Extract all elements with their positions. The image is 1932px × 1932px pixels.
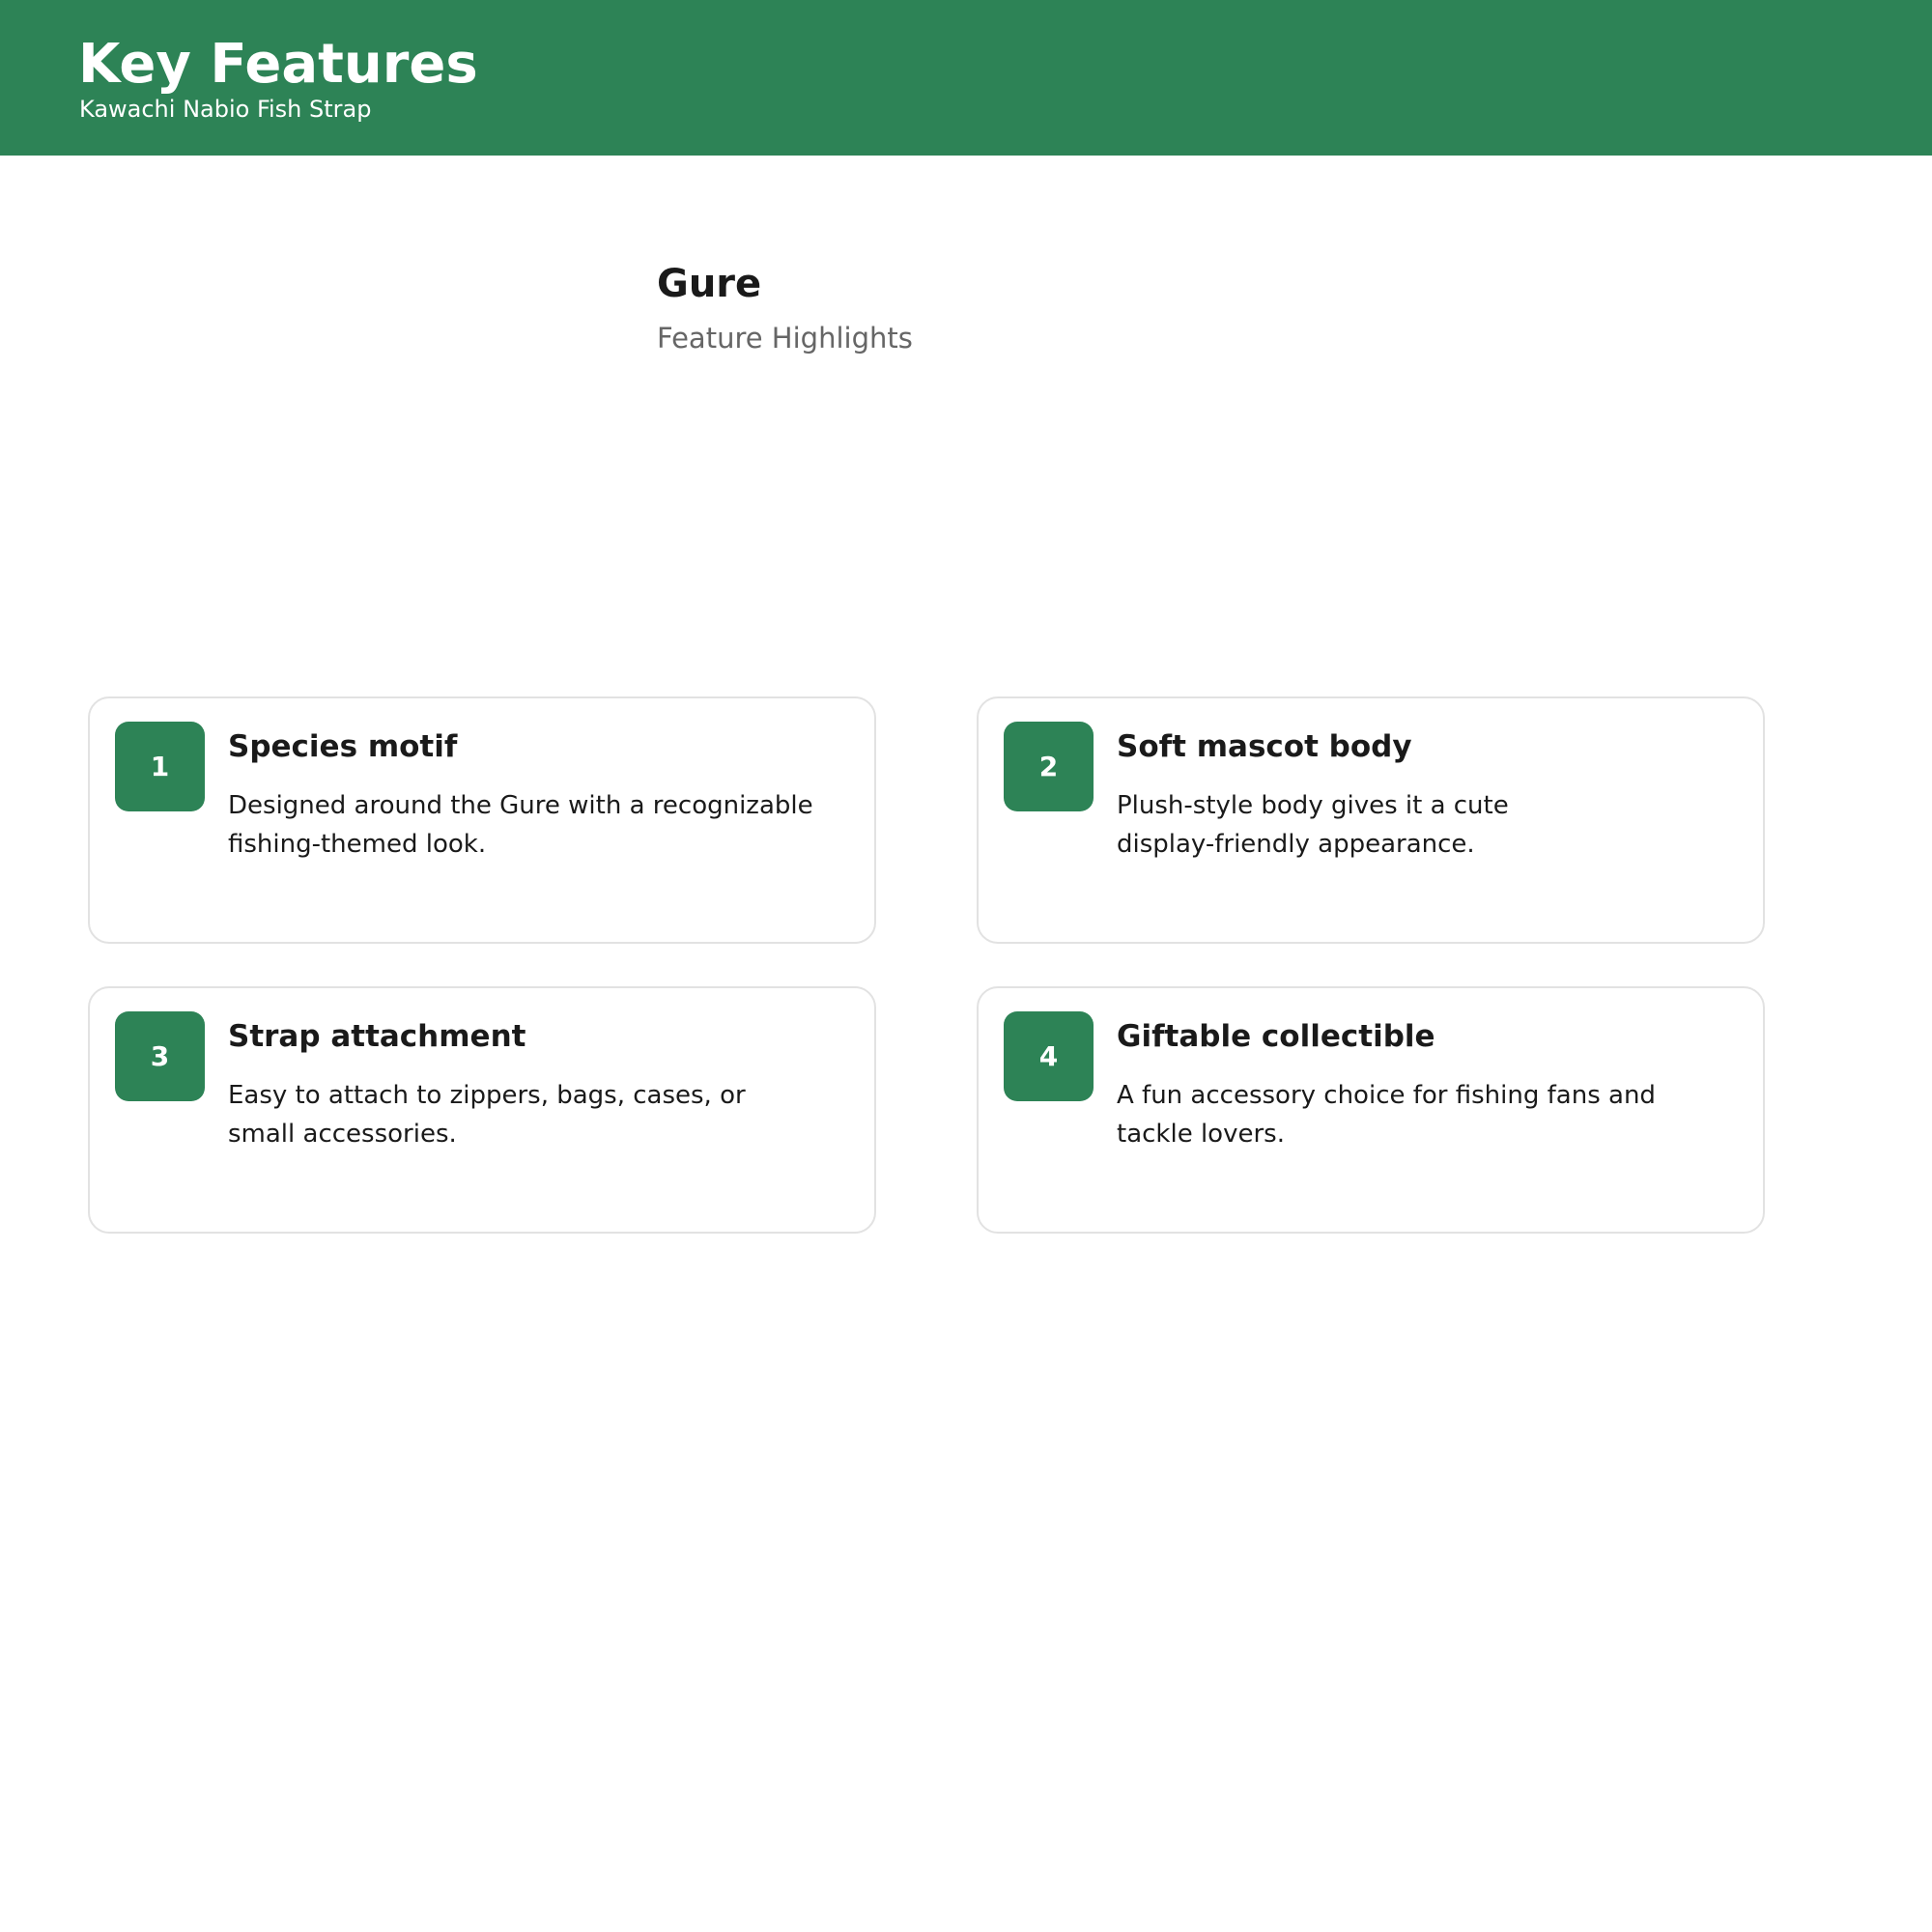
feature-title: Strap attachment xyxy=(228,1019,526,1054)
product-name: Gure xyxy=(657,262,762,306)
feature-number-badge: 1 xyxy=(115,722,205,811)
feature-title: Soft mascot body xyxy=(1117,729,1412,764)
feature-number-badge: 3 xyxy=(115,1011,205,1101)
feature-title: Species motif xyxy=(228,729,458,764)
feature-description: A fun accessory choice for fishing fans … xyxy=(1117,1081,1656,1149)
feature-card-soft-mascot-body: 2 Soft mascot body Plush-style body give… xyxy=(977,696,1765,944)
page-header: Key Features Kawachi Nabio Fish Strap xyxy=(0,0,1932,156)
feature-card-strap-attachment: 3 Strap attachment Easy to attach to zip… xyxy=(88,986,876,1234)
feature-description: Plush-style body gives it a cute display… xyxy=(1117,791,1509,859)
feature-title: Giftable collectible xyxy=(1117,1019,1435,1054)
header-title: Key Features xyxy=(78,33,478,96)
header-subtitle: Kawachi Nabio Fish Strap xyxy=(79,96,372,123)
feature-card-giftable-collectible: 4 Giftable collectible A fun accessory c… xyxy=(977,986,1765,1234)
feature-number-badge: 4 xyxy=(1004,1011,1094,1101)
feature-card-species-motif: 1 Species motif Designed around the Gure… xyxy=(88,696,876,944)
feature-description: Easy to attach to zippers, bags, cases, … xyxy=(228,1081,746,1149)
section-label: Feature Highlights xyxy=(657,322,913,355)
feature-description: Designed around the Gure with a recogniz… xyxy=(228,791,813,859)
feature-number-badge: 2 xyxy=(1004,722,1094,811)
